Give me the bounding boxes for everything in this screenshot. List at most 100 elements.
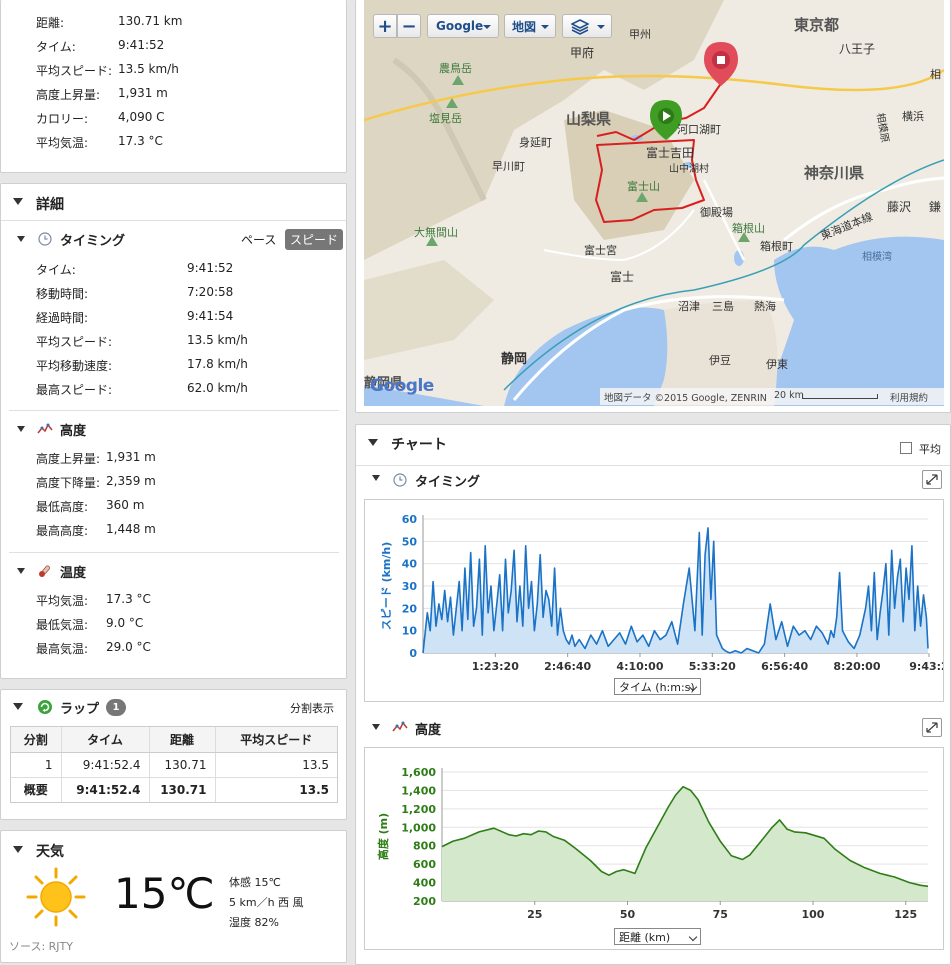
collapse-timing-icon[interactable] [17,236,25,242]
map-label-aikawa: 相 [930,68,941,81]
map-provider-label: Google [436,19,484,33]
map-label-fuji: 富士 [610,270,635,284]
stat-label: 高度下降量: [36,476,101,490]
map-label-ito: 伊東 [766,358,788,371]
stat-label: 最低高度: [36,500,89,514]
stat-value: 9:41:52 [118,38,165,52]
details-title: 詳細 [36,197,64,213]
map-label-shizuoka: 静岡 [501,352,528,367]
stat-value: 1,931 m [106,450,156,464]
pace-toggle[interactable]: ペース [241,231,276,248]
speed-chart[interactable]: 0 10 20 30 40 50 60 1:23:20 2:46:40 4:10:00 5:33:2… [365,500,943,701]
chevron-down-icon [483,25,491,29]
collapse-elevation-chart-icon[interactable] [372,724,380,730]
stat-value: 13.5 km/h [118,62,179,76]
stat-row: 最低高度: 360 m [36,498,144,515]
stat-label: タイム: [36,40,76,54]
y-axis-label: 高度 (m) [376,813,390,860]
average-checkbox[interactable] [900,442,912,454]
charts-panel: チャート 平均 タイミング 0 10 20 30 40 50 60 1:23:20 2:46:4… [355,424,951,965]
map-type-dropdown[interactable]: 地図 [504,14,556,38]
map-label-kanagawa: 神奈川県 [804,164,865,182]
y-tick-label: 20 [402,602,418,615]
collapse-details-icon[interactable] [13,198,23,205]
map-label-numazu: 沼津 [678,300,700,313]
map-canvas[interactable]: 東京都 山梨県 神奈川県 静岡県 甲府 甲州 八王子 農鳥岳 塩見岳 身延町 早… [364,0,944,406]
table-row[interactable]: 1 9:41:52.4 130.71 13.5 [11,752,337,777]
map-scale-label: 20 km [774,390,804,401]
collapse-timing-chart-icon[interactable] [372,475,380,481]
map-panel: 東京都 山梨県 神奈川県 静岡県 甲府 甲州 八王子 農鳥岳 塩見岳 身延町 早… [355,0,951,413]
map-terms-link[interactable]: 利用規約 [890,390,928,404]
laps-title: ラップ [60,702,100,717]
layers-dropdown[interactable] [562,14,612,38]
weather-title: 天気 [36,844,64,860]
speed-x-axis-select[interactable]: タイム (h:m:s) [614,678,701,695]
map-label-hayakawa: 早川町 [492,160,525,173]
laps-header-speed[interactable]: 平均スピード [215,727,337,753]
collapse-weather-icon[interactable] [13,846,23,853]
split-view-link[interactable]: 分割表示 [290,700,334,716]
x-tick-label: 50 [620,908,636,921]
laps-count-badge: 1 [106,699,126,716]
laps-table: 分割 タイム 距離 平均スピード 1 9:41:52.4 130.71 13.5… [11,727,337,802]
elevation-x-axis-select[interactable]: 距離 (km) [614,928,701,945]
elevation-chart[interactable]: 200 400 600 800 1,000 1,200 1,400 1,600 25 50 75 10… [365,748,943,949]
expand-icon [926,474,938,485]
stat-value: 29.0 °C [106,640,151,654]
thermometer-icon [39,565,50,577]
collapse-charts-icon[interactable] [368,439,378,446]
map-provider-dropdown[interactable]: Google [427,14,499,38]
x-tick-label: 6:56:40 [761,660,808,673]
y-tick-label: 1,200 [401,803,436,816]
expand-elevation-chart-button[interactable] [922,718,942,737]
y-tick-label: 800 [413,840,436,853]
map-label-yamanakako: 山中湖村 [669,164,709,175]
stat-value: 9:41:54 [187,309,234,323]
map-label-omugen: 大無間山 [414,226,458,239]
stat-label: 移動時間: [36,287,89,301]
stat-label: 最高スピード: [36,383,113,397]
x-tick-label: 9:43:2 [909,660,943,673]
stat-label: 高度上昇量: [36,452,101,466]
stat-row: 平均移動速度: 17.8 km/h [36,357,248,374]
collapse-laps-icon[interactable] [13,703,23,710]
collapse-elevation-icon[interactable] [17,426,25,432]
map-label-kamakura: 鎌 [929,200,942,214]
timing-chart-title: タイミング [415,475,481,490]
stat-row: 経過時間: 9:41:54 [36,309,233,326]
weather-wind: 5 km／h 西 風 [229,896,304,909]
speed-toggle[interactable]: スピード [285,229,344,250]
stat-value: 130.71 km [118,14,183,28]
collapse-temperature-icon[interactable] [17,568,25,574]
stat-row: 平均気温: 17.3 °C [36,592,151,609]
y-tick-label: 60 [402,513,418,526]
zoom-out-button[interactable]: − [397,14,421,38]
stat-value: 62.0 km/h [187,381,248,395]
map-label-fujiyoshida: 富士吉田 [646,146,695,160]
map-label-hakoneyama: 箱根山 [732,222,765,235]
divider [356,465,950,466]
map-label-minobu: 身延町 [519,136,552,149]
expand-timing-chart-button[interactable] [922,470,942,489]
stat-label: タイム: [36,263,76,277]
zoom-in-button[interactable]: + [373,14,397,38]
x-tick-label: 100 [802,908,825,921]
map-label-fujinomiya: 富士宮 [584,244,617,257]
stat-value: 360 m [106,498,145,512]
stat-label: 平均スピード: [36,335,113,349]
stat-value: 1,931 m [118,86,168,100]
map-label-sagamiwan: 相模湾 [862,252,892,263]
laps-header-time[interactable]: タイム [61,727,150,753]
laps-header-distance[interactable]: 距離 [149,727,216,753]
map-label-hakone: 箱根町 [760,240,793,253]
chevron-down-icon [541,25,549,29]
y-tick-label: 10 [402,625,418,638]
weather-feels: 体感 15℃ [229,876,281,889]
clock-icon [393,473,407,487]
divider [9,552,339,553]
stat-label: カロリー: [36,112,89,126]
map-label-atami: 熱海 [754,300,776,313]
y-tick-label: 400 [413,877,436,890]
laps-header-split[interactable]: 分割 [11,727,62,753]
